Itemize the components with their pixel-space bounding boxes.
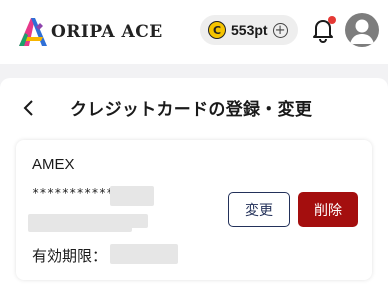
redacted-card-holder-tail (108, 214, 148, 228)
redacted-expiry-value (110, 244, 178, 264)
back-chevron-icon[interactable] (22, 99, 36, 117)
points-balance[interactable]: C 553pt + (200, 15, 298, 45)
delete-card-button[interactable]: 削除 (298, 192, 358, 227)
redacted-card-number (110, 186, 154, 206)
notification-button[interactable] (308, 15, 338, 45)
logo-mark-icon (19, 18, 47, 46)
add-points-icon[interactable]: + (272, 22, 288, 38)
expiry-label: 有効期限： (32, 247, 108, 265)
coin-icon: C (208, 21, 226, 39)
logo-text: ORIPA ACE (51, 22, 163, 42)
oripa-ace-logo[interactable]: ORIPA ACE (16, 14, 163, 50)
points-value: 553pt (231, 22, 268, 38)
edit-card-button[interactable]: 変更 (228, 192, 290, 227)
notification-dot (328, 16, 336, 24)
user-icon (350, 19, 374, 44)
top-header: ORIPA ACE C 553pt + (0, 0, 388, 64)
card-brand: AMEX (32, 156, 75, 173)
page-title: クレジットカードの登録・変更 (70, 100, 313, 120)
avatar[interactable] (345, 13, 379, 47)
card-number-masked: *********** (32, 186, 114, 200)
